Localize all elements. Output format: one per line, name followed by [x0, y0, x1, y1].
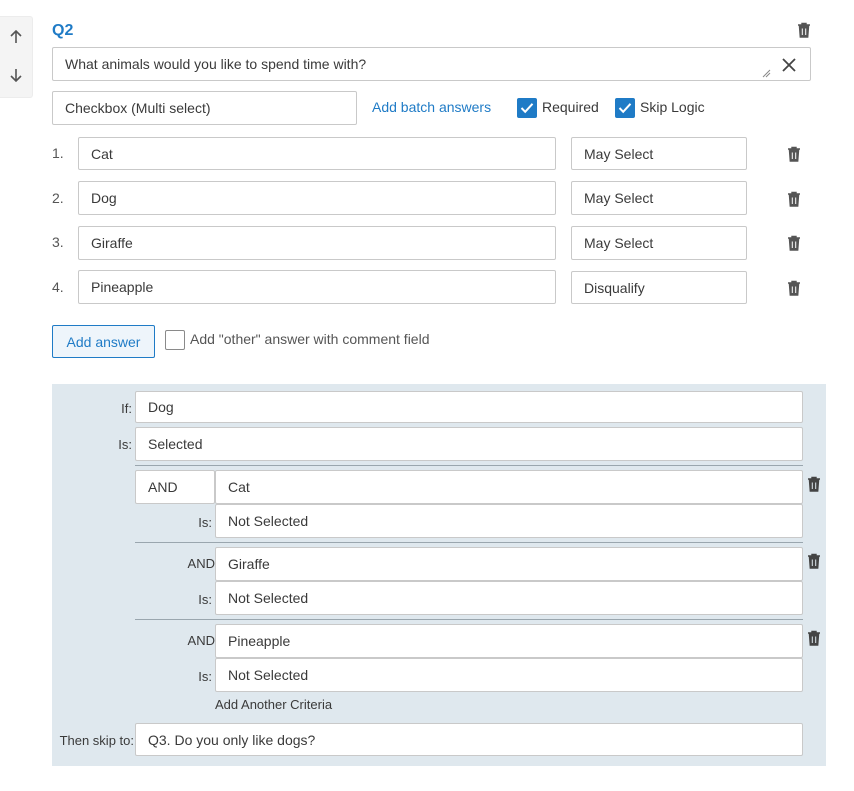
- arrow-down-icon[interactable]: [8, 67, 24, 83]
- delete-criteria-trash-icon[interactable]: [807, 553, 821, 569]
- answer-action-value: May Select: [584, 235, 654, 251]
- if-answer-value: Dog: [148, 399, 174, 415]
- required-label: Required: [542, 99, 599, 115]
- is-state-value: Selected: [148, 436, 203, 452]
- criteria-answer-value: Giraffe: [228, 556, 270, 572]
- answer-text-value: Cat: [91, 145, 113, 162]
- skip-logic-label: Skip Logic: [640, 99, 705, 115]
- resize-handle-icon[interactable]: [761, 68, 771, 78]
- criteria-answer-value: Pineapple: [228, 633, 291, 649]
- other-answer-label: Add "other" answer with comment field: [190, 331, 430, 347]
- answer-text-value: Pineapple: [91, 279, 154, 295]
- criteria-answer-select[interactable]: Pineapple: [215, 624, 803, 658]
- required-checkbox[interactable]: [517, 98, 537, 118]
- divider: [135, 465, 803, 466]
- other-answer-checkbox[interactable]: [165, 330, 185, 350]
- then-skip-label: Then skip to:: [59, 733, 134, 748]
- add-another-criteria-link[interactable]: Add Another Criteria: [215, 697, 332, 712]
- answer-action-value: Disqualify: [584, 279, 645, 296]
- delete-criteria-trash-icon[interactable]: [807, 476, 821, 492]
- checkmark-icon: [520, 103, 534, 114]
- skip-logic-checkbox[interactable]: [615, 98, 635, 118]
- answer-action-select[interactable]: May Select: [571, 181, 747, 215]
- checkmark-icon: [618, 103, 632, 114]
- divider: [135, 542, 803, 543]
- if-label: If:: [121, 401, 132, 416]
- criteria-state-select[interactable]: Not Selected: [215, 581, 803, 615]
- answer-index: 2.: [52, 190, 64, 206]
- answer-text-field[interactable]: Cat: [78, 137, 556, 170]
- answer-action-select[interactable]: Disqualify: [571, 271, 747, 304]
- divider: [135, 619, 803, 620]
- delete-answer-trash-icon[interactable]: [787, 146, 801, 162]
- arrow-up-icon[interactable]: [8, 29, 24, 45]
- then-skip-value: Q3. Do you only like dogs?: [148, 731, 316, 748]
- question-text-value: What animals would you like to spend tim…: [65, 56, 367, 72]
- criteria-is-label: Is:: [198, 592, 212, 607]
- if-answer-select[interactable]: Dog: [135, 391, 803, 423]
- delete-answer-trash-icon[interactable]: [787, 235, 801, 251]
- criteria-state-value: Not Selected: [228, 513, 309, 529]
- question-type-select[interactable]: Checkbox (Multi select): [52, 91, 357, 125]
- answer-action-value: May Select: [584, 190, 654, 206]
- add-answer-button[interactable]: Add answer: [52, 325, 155, 358]
- question-number: Q2: [52, 22, 74, 39]
- answer-action-value: May Select: [584, 145, 654, 162]
- delete-question-trash-icon[interactable]: [797, 22, 811, 38]
- criteria-operator-label: AND: [187, 633, 215, 648]
- delete-answer-trash-icon[interactable]: [787, 280, 801, 296]
- question-text-field[interactable]: What animals would you like to spend tim…: [52, 47, 811, 81]
- add-batch-answers-link[interactable]: Add batch answers: [372, 99, 491, 115]
- is-state-select[interactable]: Selected: [135, 427, 803, 461]
- criteria-operator-label: AND: [187, 556, 215, 571]
- criteria-state-value: Not Selected: [228, 590, 309, 606]
- criteria-is-label: Is:: [198, 669, 212, 684]
- criteria-state-select[interactable]: Not Selected: [215, 504, 803, 538]
- delete-answer-trash-icon[interactable]: [787, 191, 801, 207]
- answer-text-field[interactable]: Giraffe: [78, 226, 556, 260]
- criteria-state-value: Not Selected: [228, 667, 309, 683]
- answer-text-field[interactable]: Pineapple: [78, 270, 556, 304]
- criteria-operator-value: AND: [148, 479, 178, 495]
- criteria-state-select[interactable]: Not Selected: [215, 658, 803, 692]
- answer-action-select[interactable]: May Select: [571, 137, 747, 170]
- criteria-answer-select[interactable]: Giraffe: [215, 547, 803, 581]
- is-label: Is:: [118, 437, 132, 452]
- question-type-value: Checkbox (Multi select): [65, 100, 211, 116]
- criteria-answer-select[interactable]: Cat: [215, 470, 803, 504]
- answer-text-value: Dog: [91, 190, 117, 206]
- close-icon[interactable]: [780, 56, 798, 74]
- answer-text-field[interactable]: Dog: [78, 181, 556, 215]
- criteria-operator-select[interactable]: AND: [135, 470, 215, 504]
- answer-text-value: Giraffe: [91, 235, 133, 251]
- answer-index: 4.: [52, 279, 64, 295]
- answer-action-select[interactable]: May Select: [571, 226, 747, 260]
- answer-index: 1.: [52, 145, 64, 161]
- criteria-is-label: Is:: [198, 515, 212, 530]
- answer-index: 3.: [52, 234, 64, 250]
- delete-criteria-trash-icon[interactable]: [807, 630, 821, 646]
- then-skip-select[interactable]: Q3. Do you only like dogs?: [135, 723, 803, 756]
- skip-logic-panel: If: Dog Is: Selected AND Cat Is: Not Sel…: [52, 384, 826, 766]
- reorder-controls: [0, 16, 33, 98]
- criteria-answer-value: Cat: [228, 479, 250, 495]
